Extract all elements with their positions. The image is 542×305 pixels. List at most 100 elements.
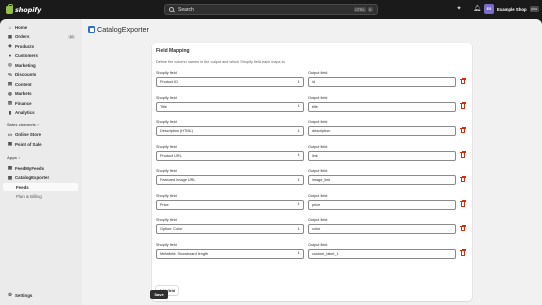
customers-icon: ● <box>8 53 12 58</box>
shopify-field-label: Shopify field <box>156 144 177 149</box>
mapping-row: Shopify field Output field Metafield: Sn… <box>156 243 468 260</box>
selected-value: Option: Color <box>160 227 183 231</box>
selected-value: Product URL <box>160 153 182 158</box>
sidebar-item-label: Customers <box>15 53 38 58</box>
field-mapping-card: Field Mapping Define the column names in… <box>152 43 472 301</box>
delete-icon[interactable] <box>459 102 466 110</box>
sidebar-item-settings[interactable]: ⚙ Settings <box>3 291 78 299</box>
user-menu[interactable]: ES Example Shop plus <box>484 4 539 14</box>
shopify-field-select[interactable]: Price ⇕ <box>156 199 304 210</box>
shopify-field-select[interactable]: Description (HTML) ⇕ <box>156 126 304 136</box>
sidebar-item-discounts[interactable]: % Discounts <box>3 71 78 79</box>
output-field-input[interactable]: color <box>308 224 456 234</box>
shopify-field-select[interactable]: Featured Image URL ⇕ <box>156 175 304 185</box>
mapping-row: Shopify field Output field Product ID ⇕ i… <box>156 71 468 88</box>
shopify-field-label: Shopify field <box>156 71 177 75</box>
sidebar-item-finance[interactable]: ▥ Finance <box>3 99 78 107</box>
output-field-input[interactable]: image_link <box>308 175 456 185</box>
selected-value: Featured Image URL <box>160 178 196 182</box>
shop-name: Example Shop <box>497 6 527 12</box>
output-field-input[interactable]: custom_label_1 <box>308 248 456 259</box>
home-icon: ⌂ <box>8 24 12 30</box>
output-field-input[interactable]: description <box>308 126 456 136</box>
shopify-field-select[interactable]: Option: Color ⇕ <box>156 224 304 234</box>
notifications-bell-icon[interactable]: 🔔︎ <box>473 5 481 14</box>
output-field-input[interactable]: link <box>308 150 456 161</box>
card-title: Field Mapping <box>156 48 190 54</box>
sidebar-item-label: Marketing <box>15 62 36 68</box>
output-field-input[interactable]: price <box>308 199 456 210</box>
content-icon: ▤ <box>7 81 13 86</box>
output-field-label: Output field <box>308 193 328 198</box>
sidebar-item-orders[interactable]: ▣ Orders 10 <box>3 33 78 41</box>
sidebar-item-label: Point of Sale <box>15 141 42 147</box>
delete-icon[interactable] <box>459 249 466 257</box>
output-field-label: Output field <box>308 95 328 100</box>
online-store-icon: ▭ <box>7 131 13 137</box>
sidebar-item-feedmyfeeds[interactable]: ▩ FeedMyFeeds <box>3 164 78 172</box>
sidebar-item-marketing[interactable]: ◎ Marketing <box>3 61 78 69</box>
sidebar-item-home[interactable]: ⌂ Home <box>3 23 78 31</box>
gear-icon: ⚙ <box>7 292 13 297</box>
sidebar-item-analytics[interactable]: ▮ Analytics <box>3 109 78 117</box>
sidebar-item-label: Analytics <box>15 110 35 115</box>
mapping-row: Shopify field Output field Featured Imag… <box>156 169 468 186</box>
selected-value: Metafield: Snowboard length <box>160 251 209 256</box>
output-field-input[interactable]: id <box>308 77 456 87</box>
search-bar[interactable]: Search CTRL K <box>164 4 378 15</box>
shopify-field-select[interactable]: Product ID ⇕ <box>156 77 304 87</box>
chevron-right-icon: › <box>37 122 39 127</box>
shopify-field-select[interactable]: Product URL ⇕ <box>156 150 304 161</box>
output-field-label: Output field <box>308 120 328 124</box>
sidebar-item-content[interactable]: ▤ Content <box>3 80 78 88</box>
apps-heading[interactable]: Apps › <box>7 155 20 160</box>
point-of-sale-icon: ▦ <box>7 141 13 146</box>
shopify-field-select[interactable]: Title ⇕ <box>156 101 304 112</box>
sidebar-item-feeds[interactable]: Feeds <box>3 183 78 191</box>
delete-icon[interactable] <box>459 200 466 208</box>
delete-icon[interactable] <box>459 77 466 86</box>
section-label-text: Sales channels <box>7 122 36 127</box>
shopify-field-select[interactable]: Metafield: Snowboard length ⇕ <box>156 248 304 259</box>
sidekick-icon[interactable]: ✦ <box>455 5 463 14</box>
sidebar-item-customers[interactable]: ● Customers <box>3 52 78 60</box>
shopify-field-label: Shopify field <box>156 193 177 198</box>
shopify-field-label: Shopify field <box>156 169 177 173</box>
delete-icon[interactable] <box>459 151 466 159</box>
delete-icon[interactable] <box>459 175 466 184</box>
sidebar-item-point-of-sale[interactable]: ▦ Point of Sale <box>3 140 78 148</box>
sidebar-item-online-store[interactable]: ▭ Online Store <box>3 131 78 139</box>
delete-icon[interactable] <box>459 126 466 135</box>
chevron-updown-icon: ⇕ <box>297 128 300 133</box>
shopify-field-label: Shopify field <box>156 242 177 247</box>
delete-icon[interactable] <box>459 224 466 233</box>
output-field-label: Output field <box>308 242 328 247</box>
page-title: CatalogExporter <box>97 25 149 34</box>
shopify-logo[interactable]: shopify <box>6 4 41 15</box>
search-placeholder: Search <box>178 6 194 13</box>
save-button[interactable]: Save <box>150 290 168 299</box>
sales-channels-heading[interactable]: Sales channels › <box>7 122 39 127</box>
plan-badge: plus <box>529 6 539 12</box>
markets-icon: ◍ <box>8 90 12 96</box>
sidebar-item-label: FeedMyFeeds <box>15 165 45 171</box>
sidebar-item-label: Finance <box>15 100 32 106</box>
selected-value: Price <box>160 202 169 207</box>
sidebar-item-label: Online Store <box>15 132 42 137</box>
sidebar: ⌂ Home ▣ Orders 10 ◈ Products ● Customers ◎ Ma… <box>0 19 82 305</box>
orders-icon: ▣ <box>7 33 13 39</box>
output-field-label: Output field <box>308 169 328 173</box>
analytics-icon: ▮ <box>8 109 12 115</box>
search-icon <box>169 7 174 12</box>
sidebar-item-catalogexporter[interactable]: ▩ CatalogExporter <box>3 174 78 182</box>
sidebar-item-plan-billing[interactable]: Plan & Billing <box>3 193 78 201</box>
sidebar-item-label: Orders <box>15 34 30 39</box>
shortcut-key-k: K <box>367 7 373 12</box>
shopify-field-label: Shopify field <box>156 95 177 100</box>
sidebar-item-label: Plan & Billing <box>16 194 42 199</box>
sidebar-item-products[interactable]: ◈ Products <box>3 42 78 50</box>
sidebar-item-markets[interactable]: ◍ Markets <box>3 90 78 98</box>
shopify-field-label: Shopify field <box>156 218 177 222</box>
finance-icon: ▥ <box>7 100 13 105</box>
output-field-input[interactable]: title <box>308 101 456 112</box>
